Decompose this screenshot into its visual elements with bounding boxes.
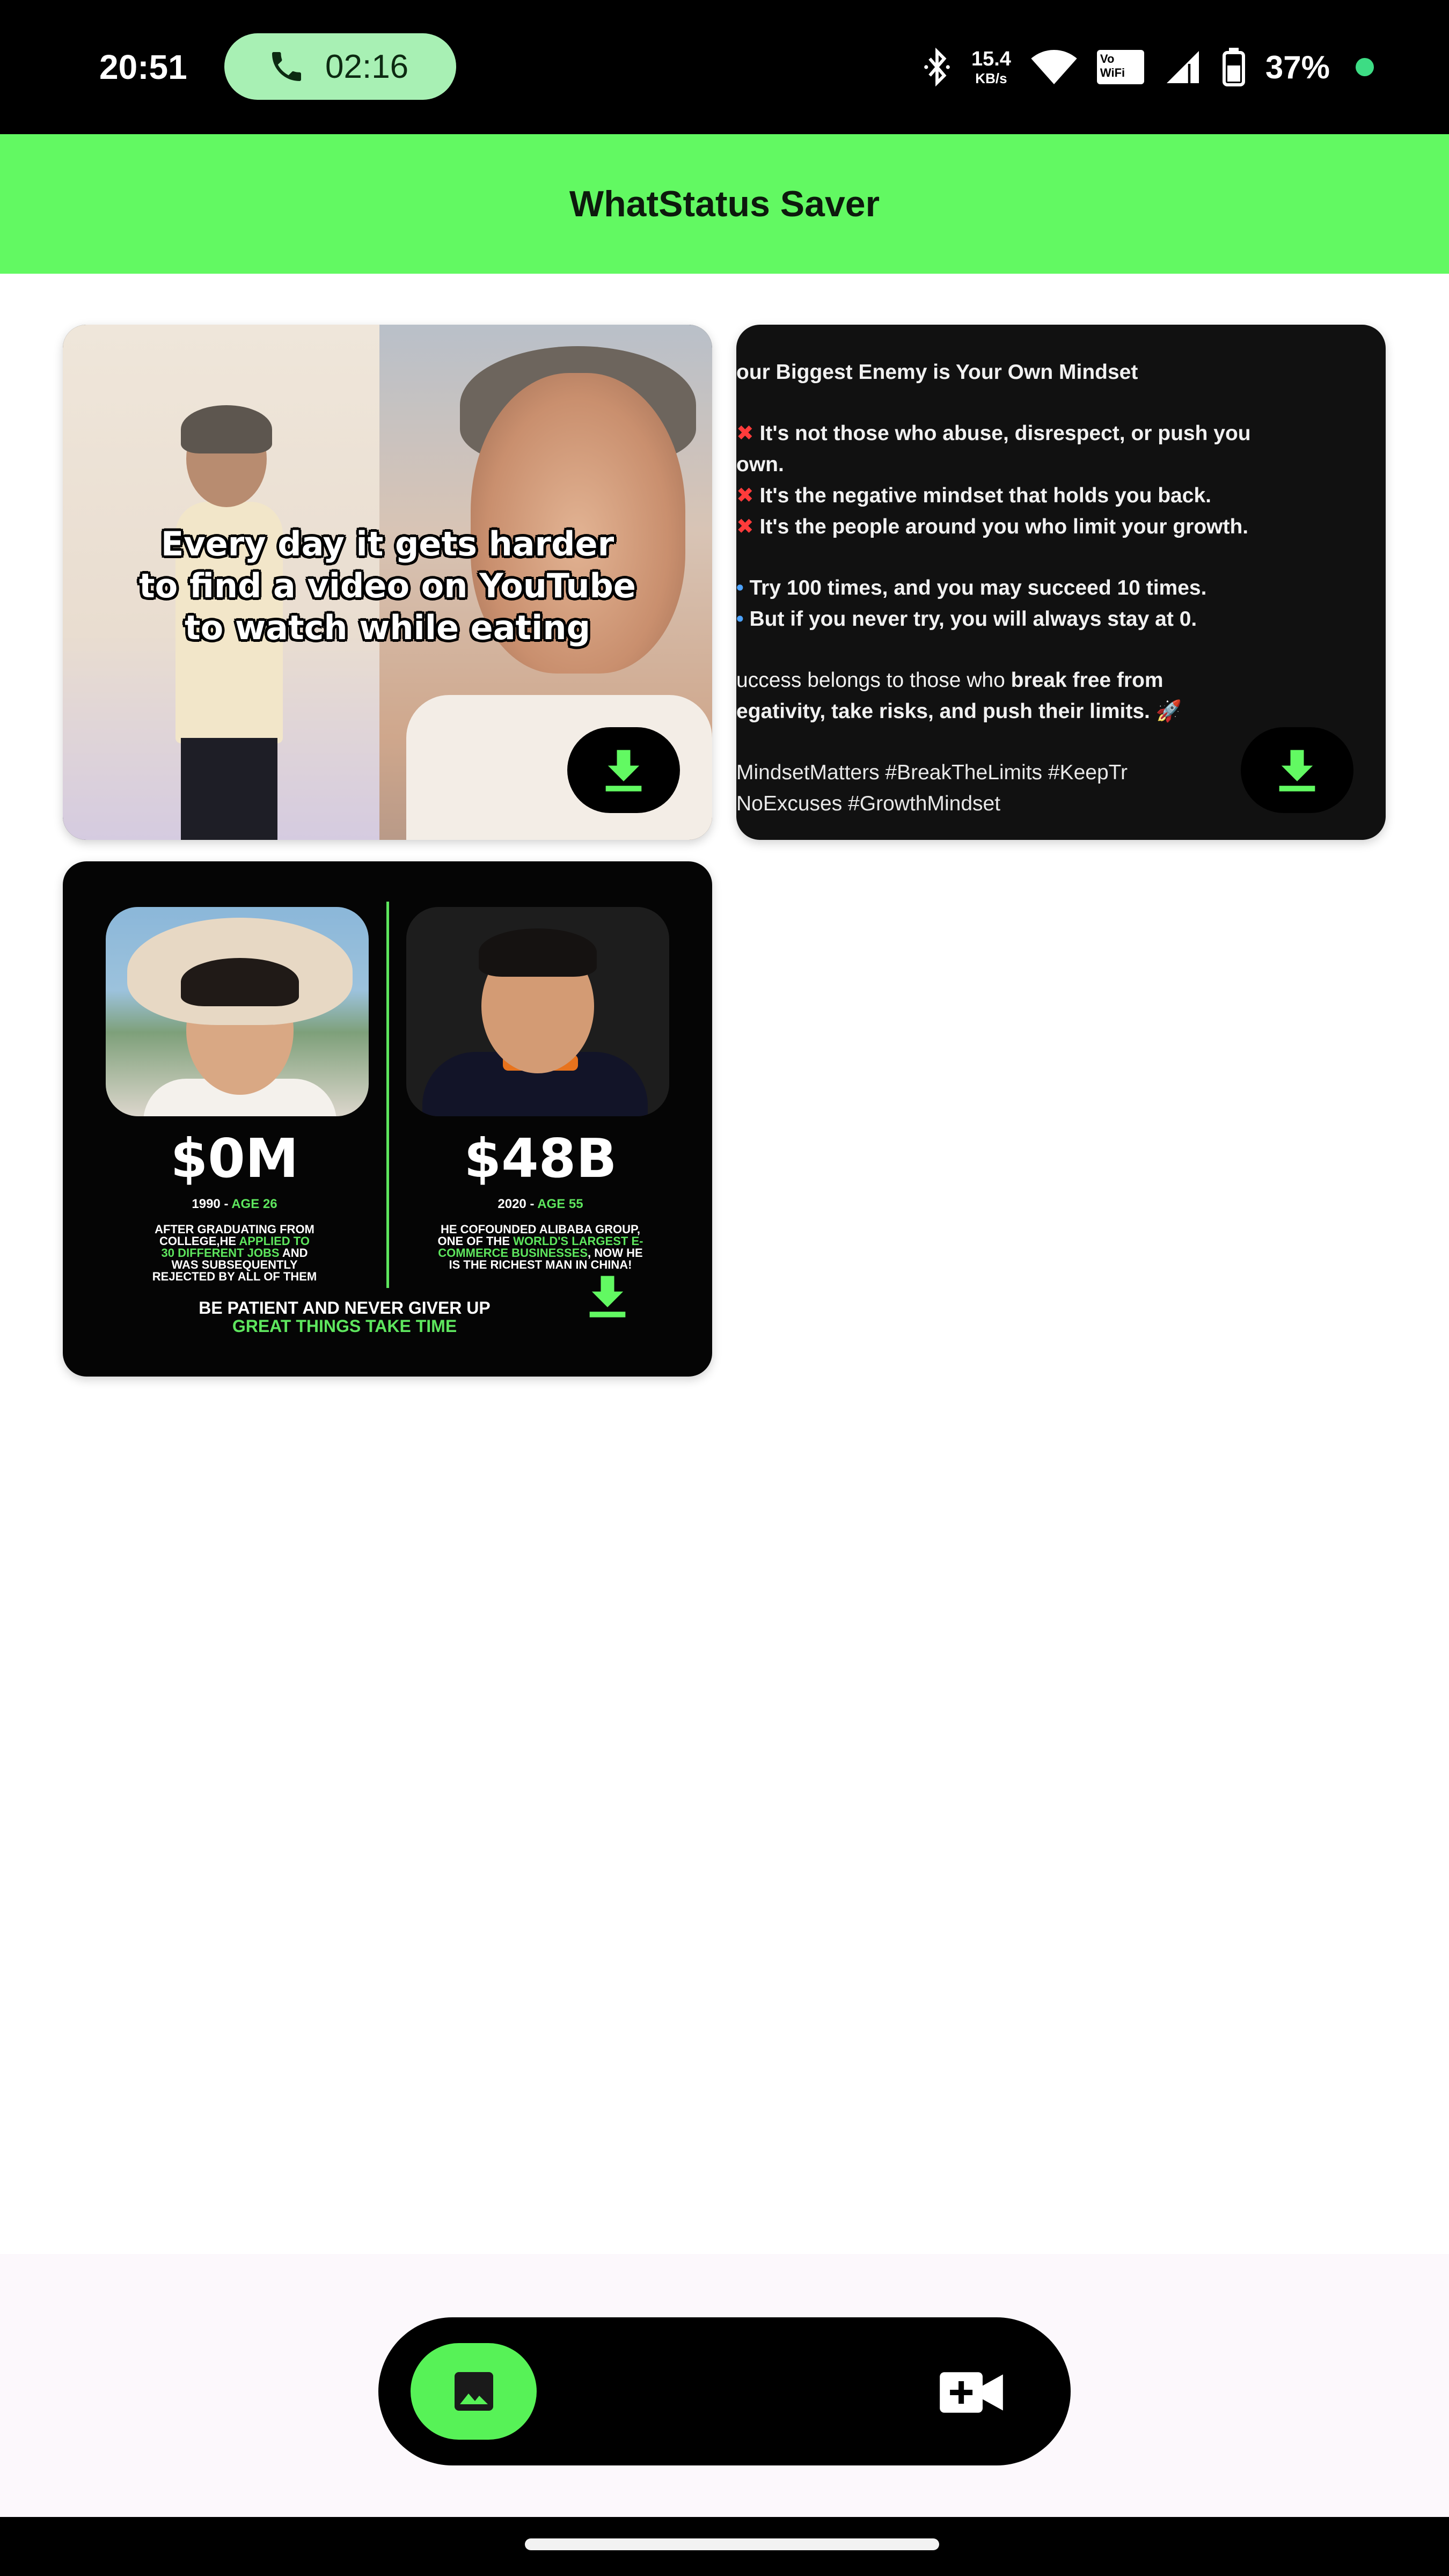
privacy-indicator-dot bbox=[1356, 58, 1374, 76]
battery-percent: 37% bbox=[1265, 49, 1330, 85]
phone-icon bbox=[272, 52, 301, 81]
app-bar: WhatStatus Saver bbox=[0, 134, 1449, 274]
blurb-left: AFTER GRADUATING FROM COLLEGE,HE APPLIED… bbox=[152, 1223, 317, 1283]
tab-videos[interactable] bbox=[939, 2363, 1004, 2422]
download-icon bbox=[605, 750, 642, 792]
status-card-text-post[interactable]: our Biggest Enemy is Your Own Mindset ✖ … bbox=[736, 325, 1386, 840]
download-button[interactable] bbox=[567, 727, 680, 813]
tab-images[interactable] bbox=[411, 2343, 537, 2440]
home-gesture-handle[interactable] bbox=[525, 2538, 939, 2550]
download-icon bbox=[1279, 750, 1315, 792]
status-bar: 20:51 02:16 15.4 KB/s Vo WiFi 37% bbox=[0, 0, 1449, 134]
status-time: 20:51 bbox=[99, 48, 187, 86]
page-title: WhatStatus Saver bbox=[569, 184, 880, 224]
download-icon bbox=[589, 1276, 626, 1318]
year-age-left: 1990 - AGE 26 bbox=[192, 1197, 277, 1211]
bullet-icon: • bbox=[736, 608, 744, 631]
bluetooth-icon bbox=[924, 48, 950, 86]
vowifi-icon: Vo WiFi bbox=[1096, 50, 1144, 84]
divider bbox=[386, 902, 389, 1288]
amount-left: $0M bbox=[170, 1127, 299, 1190]
call-duration: 02:16 bbox=[325, 48, 409, 85]
cross-mark-icon: ✖ bbox=[736, 515, 754, 538]
young-man-photo bbox=[106, 907, 369, 1116]
image-icon bbox=[454, 2372, 493, 2411]
ongoing-call-chip[interactable]: 02:16 bbox=[224, 33, 456, 100]
system-gesture-bar bbox=[0, 2517, 1449, 2576]
post-title: our Biggest Enemy is Your Own Mindset bbox=[736, 361, 1138, 384]
cross-mark-icon: ✖ bbox=[736, 484, 754, 507]
status-card-meme[interactable]: Every day it gets harder to find a video… bbox=[63, 325, 712, 840]
download-button[interactable] bbox=[1241, 727, 1353, 813]
network-speed: 15.4 KB/s bbox=[971, 48, 1011, 86]
year-age-right: 2020 - AGE 55 bbox=[497, 1197, 583, 1211]
bottom-nav bbox=[378, 2317, 1071, 2465]
video-add-icon bbox=[940, 2372, 1003, 2413]
cell-signal-icon bbox=[1166, 51, 1199, 83]
older-man-photo bbox=[406, 907, 669, 1116]
download-button[interactable] bbox=[551, 1253, 664, 1339]
wifi-icon bbox=[1031, 50, 1077, 84]
status-card-comparison[interactable]: $0M 1990 - AGE 26 AFTER GRADUATING FROM … bbox=[63, 861, 712, 1377]
meme-caption: Every day it gets harder to find a video… bbox=[139, 524, 636, 647]
battery-icon bbox=[1222, 48, 1245, 86]
cross-mark-icon: ✖ bbox=[736, 422, 754, 445]
status-icons: 15.4 KB/s Vo WiFi 37% bbox=[922, 38, 1374, 97]
comparison-footer: BE PATIENT AND NEVER GIVER UP GREAT THIN… bbox=[199, 1298, 491, 1336]
amount-right: $48B bbox=[464, 1127, 617, 1190]
bullet-icon: • bbox=[736, 576, 744, 599]
